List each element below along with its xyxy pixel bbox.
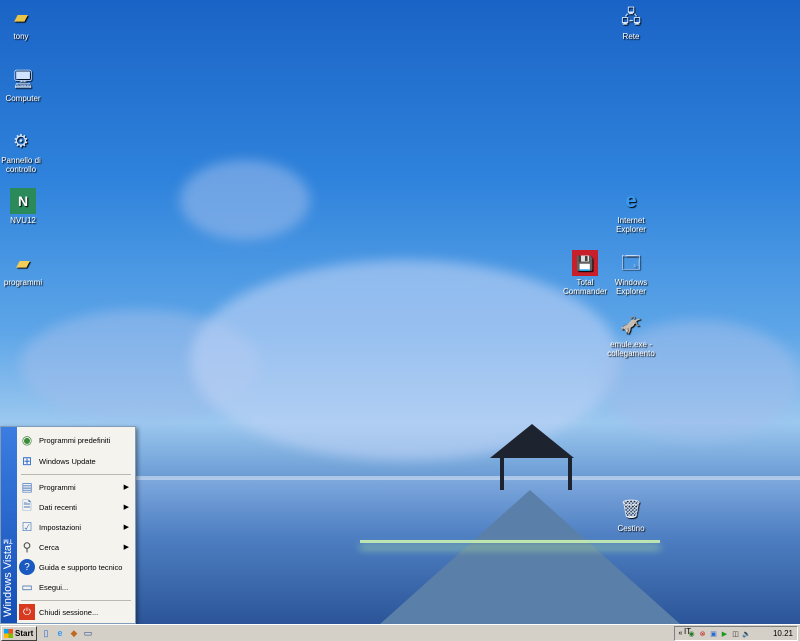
media-play-icon[interactable]: ▶	[720, 629, 729, 638]
control-panel-icon: ⚙	[12, 130, 30, 151]
menu-item-label: Impostazioni	[39, 522, 82, 532]
desktop-icon-label: tony	[13, 32, 29, 41]
folder-icon: ▰	[16, 252, 30, 273]
run-icon: ▭	[21, 580, 33, 594]
start-button-label: Start	[15, 629, 34, 638]
menu-item-label: Programmi predefiniti	[39, 435, 111, 445]
menu-item-label: Esegui...	[39, 582, 69, 592]
quicklaunch-emule-icon[interactable]: ◆	[68, 627, 80, 639]
desktop-icon-control-panel[interactable]: ⚙ Pannello di controllo	[0, 128, 56, 175]
desktop-icon-emule[interactable]: 🫏 emule.exe - collegamento	[596, 312, 666, 359]
desktop-icon-label: Internet Explorer	[616, 216, 646, 234]
desktop-icon-label: emule.exe - collegamento	[607, 340, 655, 358]
recent-documents-icon: 🗎	[22, 498, 32, 513]
menu-item-shutdown[interactable]: ⏻ Chiudi sessione...	[19, 602, 133, 622]
menu-item-recent[interactable]: 🗎 Dati recenti ▶	[19, 497, 133, 517]
desktop-icon-label: Cestino	[617, 524, 645, 533]
desktop-icon-programmi[interactable]: ▰ programmi	[0, 250, 58, 288]
recycle-bin-icon: 🗑	[619, 498, 643, 519]
desktop-icon-rete[interactable]: 🖧 Rete	[596, 4, 666, 42]
computer-icon: 🖥	[11, 68, 35, 89]
desktop-icon-windows-explorer[interactable]: 🗔 Windows Explorer	[596, 250, 666, 297]
desktop-icon-label: Windows Explorer	[614, 278, 648, 296]
internet-explorer-icon: e	[625, 189, 637, 212]
chevron-right-icon: ▶	[123, 484, 129, 491]
network-icon: 🖧	[620, 6, 642, 27]
search-icon: ⚲	[22, 540, 32, 554]
menu-item-search[interactable]: ⚲ Cerca ▶	[19, 537, 133, 557]
desktop-icon-label: Pannello di controllo	[1, 156, 41, 174]
wallpaper-hut-roof	[490, 424, 574, 458]
clock[interactable]: 10.21	[773, 629, 793, 638]
total-commander-icon: 💾	[572, 250, 598, 276]
desktop-icon-nvu[interactable]: N NVU12	[0, 188, 58, 225]
desktop-icon-label: Rete	[622, 32, 640, 41]
wallpaper-cloud	[180, 160, 310, 240]
security-tray-icon[interactable]: ⊗	[698, 629, 707, 638]
folder-icon: ▰	[14, 6, 28, 27]
update-tray-icon[interactable]: ▣	[709, 629, 718, 638]
desktop-icon-cestino[interactable]: 🗑 Cestino	[596, 496, 666, 534]
menu-item-label: Chiudi sessione...	[39, 607, 99, 617]
start-menu-banner-text: Windows Vista™	[2, 533, 14, 617]
volume-icon[interactable]: ◫	[731, 629, 740, 638]
network-tray-icon[interactable]: ◉	[687, 629, 696, 638]
chevron-left-icon[interactable]: «	[676, 629, 685, 638]
menu-item-default-programs[interactable]: ◉ Programmi predefiniti	[19, 430, 133, 450]
windows-logo-icon	[4, 629, 13, 638]
system-tray: « ◉ ⊗ ▣ ▶ ◫ 🔈 10.21	[674, 626, 798, 641]
taskbar: Start ▯ e ◆ ▭ IT « ◉ ⊗ ▣ ▶ ◫ 🔈 10.21	[0, 624, 800, 641]
menu-separator	[21, 600, 131, 601]
desktop-icon-label: Computer	[5, 94, 41, 103]
desktop-icon-label: NVU12	[10, 216, 36, 225]
desktop-icon-tony[interactable]: ▰ tony	[0, 4, 56, 42]
quicklaunch-show-desktop-icon[interactable]: ▭	[82, 627, 94, 639]
menu-item-label: Cerca	[39, 542, 60, 552]
programs-icon: ▤	[21, 480, 33, 494]
wallpaper-hut	[500, 458, 572, 490]
speaker-icon[interactable]: 🔈	[742, 629, 751, 638]
help-icon: ?	[19, 559, 35, 575]
menu-item-settings[interactable]: ☑ Impostazioni ▶	[19, 517, 133, 537]
desktop-icon-internet-explorer[interactable]: e Internet Explorer	[596, 188, 666, 235]
menu-item-programs[interactable]: ▤ Programmi ▶	[19, 477, 133, 497]
menu-item-run[interactable]: ▭ Esegui...	[19, 577, 133, 597]
desktop-icon-label: programmi	[3, 278, 43, 287]
nvu-icon: N	[10, 188, 36, 214]
menu-item-label: Programmi	[39, 482, 76, 492]
menu-item-windows-update[interactable]: ⊞ Windows Update	[19, 451, 133, 471]
power-icon: ⏻	[19, 604, 35, 620]
chevron-right-icon: ▶	[123, 524, 129, 531]
settings-icon: ☑	[21, 520, 33, 534]
chevron-right-icon: ▶	[123, 544, 129, 551]
menu-item-label: Windows Update	[39, 456, 96, 466]
windows-explorer-icon: 🗔	[621, 252, 641, 273]
emule-icon: 🫏	[619, 314, 643, 335]
menu-item-label: Guida e supporto tecnico	[39, 562, 123, 572]
menu-item-help[interactable]: ? Guida e supporto tecnico	[19, 557, 133, 577]
menu-item-label: Dati recenti	[39, 502, 77, 512]
wallpaper-pier-lights	[360, 540, 660, 543]
desktop-icon-computer[interactable]: 🖥 Computer	[0, 66, 58, 104]
start-button[interactable]: Start	[1, 626, 37, 641]
windows-update-icon: ⊞	[21, 454, 33, 468]
start-menu-banner: Windows Vista™	[1, 427, 17, 623]
default-programs-icon: ◉	[21, 433, 33, 447]
quicklaunch-folder-icon[interactable]: ▯	[40, 627, 52, 639]
quicklaunch-internet-explorer-icon[interactable]: e	[54, 627, 66, 639]
start-menu: Windows Vista™ ◉ Programmi predefiniti ⊞…	[0, 426, 136, 624]
menu-separator	[21, 474, 131, 475]
chevron-right-icon: ▶	[123, 504, 129, 511]
